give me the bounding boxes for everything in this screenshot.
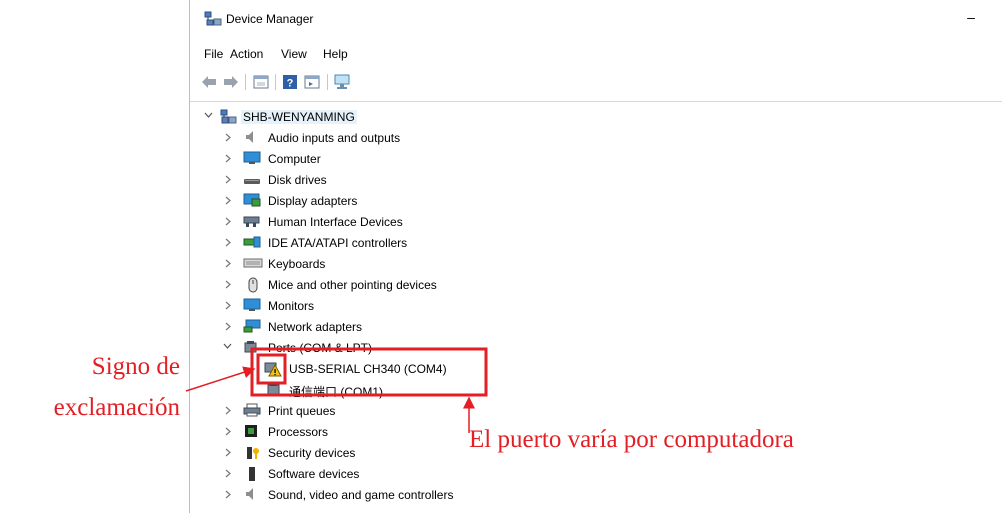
keyboard-icon xyxy=(243,256,263,270)
chevron-right-icon[interactable] xyxy=(224,217,232,226)
tree-item-software[interactable]: Software devices xyxy=(190,463,590,484)
chevron-right-icon[interactable] xyxy=(224,259,232,268)
port-icon xyxy=(243,340,259,354)
chevron-right-icon[interactable] xyxy=(224,280,232,289)
tree-item-ports[interactable]: Ports (COM & LPT) xyxy=(190,337,590,358)
tree-item-label: Software devices xyxy=(268,467,360,481)
computer-tree-icon xyxy=(220,109,237,124)
tree-item-computer[interactable]: Computer xyxy=(190,148,590,169)
tree-item-hid[interactable]: Human Interface Devices xyxy=(190,211,590,232)
chevron-right-icon[interactable] xyxy=(224,490,232,499)
chevron-down-icon[interactable] xyxy=(223,342,232,350)
chevron-right-icon[interactable] xyxy=(224,301,232,310)
port-annotation: El puerto varía por computadora xyxy=(469,426,794,453)
menu-bar: File Action View Help xyxy=(190,44,1002,64)
tree-root[interactable]: SHB-WENYANMING xyxy=(190,106,590,127)
tree-item-com1[interactable]: 通信端口 (COM1) xyxy=(190,379,590,400)
tree-item-display-adapters[interactable]: Display adapters xyxy=(190,190,590,211)
tree-item-label: Sound, video and game controllers xyxy=(268,488,454,502)
menu-help[interactable]: Help xyxy=(323,47,348,61)
computer-icon xyxy=(243,151,261,165)
toolbar-separator xyxy=(327,74,328,90)
tree-item-network[interactable]: Network adapters xyxy=(190,316,590,337)
printer-icon xyxy=(243,403,261,417)
toolbar-separator xyxy=(245,74,246,90)
tree-item-label: Display adapters xyxy=(268,194,358,208)
toolbar-separator xyxy=(275,74,276,90)
exclamation-annotation-line1: Signo de xyxy=(91,353,180,380)
security-icon xyxy=(245,445,261,459)
tree-item-print-queues[interactable]: Print queues xyxy=(190,400,590,421)
tree-item-keyboards[interactable]: Keyboards xyxy=(190,253,590,274)
tree-item-disk-drives[interactable]: Disk drives xyxy=(190,169,590,190)
tree-item-label: IDE ATA/ATAPI controllers xyxy=(268,236,408,250)
speaker-icon xyxy=(243,130,259,144)
chevron-right-icon[interactable] xyxy=(224,322,232,331)
toolbar: ? xyxy=(190,69,1002,95)
menu-view[interactable]: View xyxy=(281,47,307,61)
ide-icon xyxy=(243,235,261,249)
tree-item-label: Human Interface Devices xyxy=(268,215,403,229)
software-icon xyxy=(247,466,263,481)
chevron-right-icon[interactable] xyxy=(224,469,232,478)
monitor-icon xyxy=(243,298,261,312)
disk-icon xyxy=(243,172,260,186)
tree-item-label: Network adapters xyxy=(268,320,363,334)
chevron-down-icon[interactable] xyxy=(204,111,213,119)
chevron-right-icon[interactable] xyxy=(224,448,232,457)
tree-item-audio[interactable]: Audio inputs and outputs xyxy=(190,127,590,148)
root-computer-name: SHB-WENYANMING xyxy=(241,110,357,124)
tree-item-label: USB-SERIAL CH340 (COM4) xyxy=(289,362,447,376)
chevron-right-icon[interactable] xyxy=(224,196,232,205)
properties-icon[interactable] xyxy=(252,73,270,91)
tree-item-label: Processors xyxy=(268,425,329,439)
tree-pane-border xyxy=(190,101,1002,102)
hid-icon xyxy=(243,214,260,228)
tree-item-ide[interactable]: IDE ATA/ATAPI controllers xyxy=(190,232,590,253)
chevron-right-icon[interactable] xyxy=(224,406,232,415)
chevron-right-icon[interactable] xyxy=(224,238,232,247)
menu-action[interactable]: Action xyxy=(230,47,263,61)
title-bar: Device Manager – xyxy=(190,6,1002,32)
back-arrow-icon[interactable] xyxy=(200,73,218,91)
minimize-button[interactable]: – xyxy=(964,10,978,26)
tree-item-label: Print queues xyxy=(268,404,336,418)
speaker-icon xyxy=(243,487,259,501)
exclamation-annotation-line2: exclamación xyxy=(53,394,180,421)
tree-item-label: Keyboards xyxy=(268,257,326,271)
tree-item-label: Mice and other pointing devices xyxy=(268,278,437,292)
tree-item-ch340[interactable]: USB-SERIAL CH340 (COM4) xyxy=(190,358,590,379)
network-icon xyxy=(243,319,261,333)
mouse-icon xyxy=(247,277,263,293)
forward-arrow-icon[interactable] xyxy=(222,73,240,91)
menu-file[interactable]: File xyxy=(204,47,223,61)
tree-item-sound[interactable]: Sound, video and game controllers xyxy=(190,484,590,505)
warning-port-icon xyxy=(264,361,282,377)
help-icon[interactable]: ? xyxy=(281,73,299,91)
tree-item-monitors[interactable]: Monitors xyxy=(190,295,590,316)
chevron-right-icon[interactable] xyxy=(224,133,232,142)
port-icon xyxy=(266,382,282,396)
display-adapter-icon xyxy=(243,193,261,207)
tree-item-label: Computer xyxy=(268,152,321,166)
scan-hardware-icon[interactable] xyxy=(333,73,351,91)
tree-item-mice[interactable]: Mice and other pointing devices xyxy=(190,274,590,295)
tree-item-label: Monitors xyxy=(268,299,315,313)
svg-text:?: ? xyxy=(287,78,294,90)
processor-icon xyxy=(244,424,260,438)
chevron-right-icon[interactable] xyxy=(224,427,232,436)
tree-item-label: Disk drives xyxy=(268,173,327,187)
device-manager-icon xyxy=(204,11,222,27)
tree-item-label: Audio inputs and outputs xyxy=(268,131,401,145)
chevron-right-icon[interactable] xyxy=(224,175,232,184)
chevron-right-icon[interactable] xyxy=(224,154,232,163)
tree-item-label: Ports (COM & LPT) xyxy=(268,341,373,355)
tree-item-label: 通信端口 (COM1) xyxy=(289,385,383,399)
window-title: Device Manager xyxy=(226,12,314,26)
tree-item-label: Security devices xyxy=(268,446,356,460)
update-driver-icon[interactable] xyxy=(303,73,321,91)
